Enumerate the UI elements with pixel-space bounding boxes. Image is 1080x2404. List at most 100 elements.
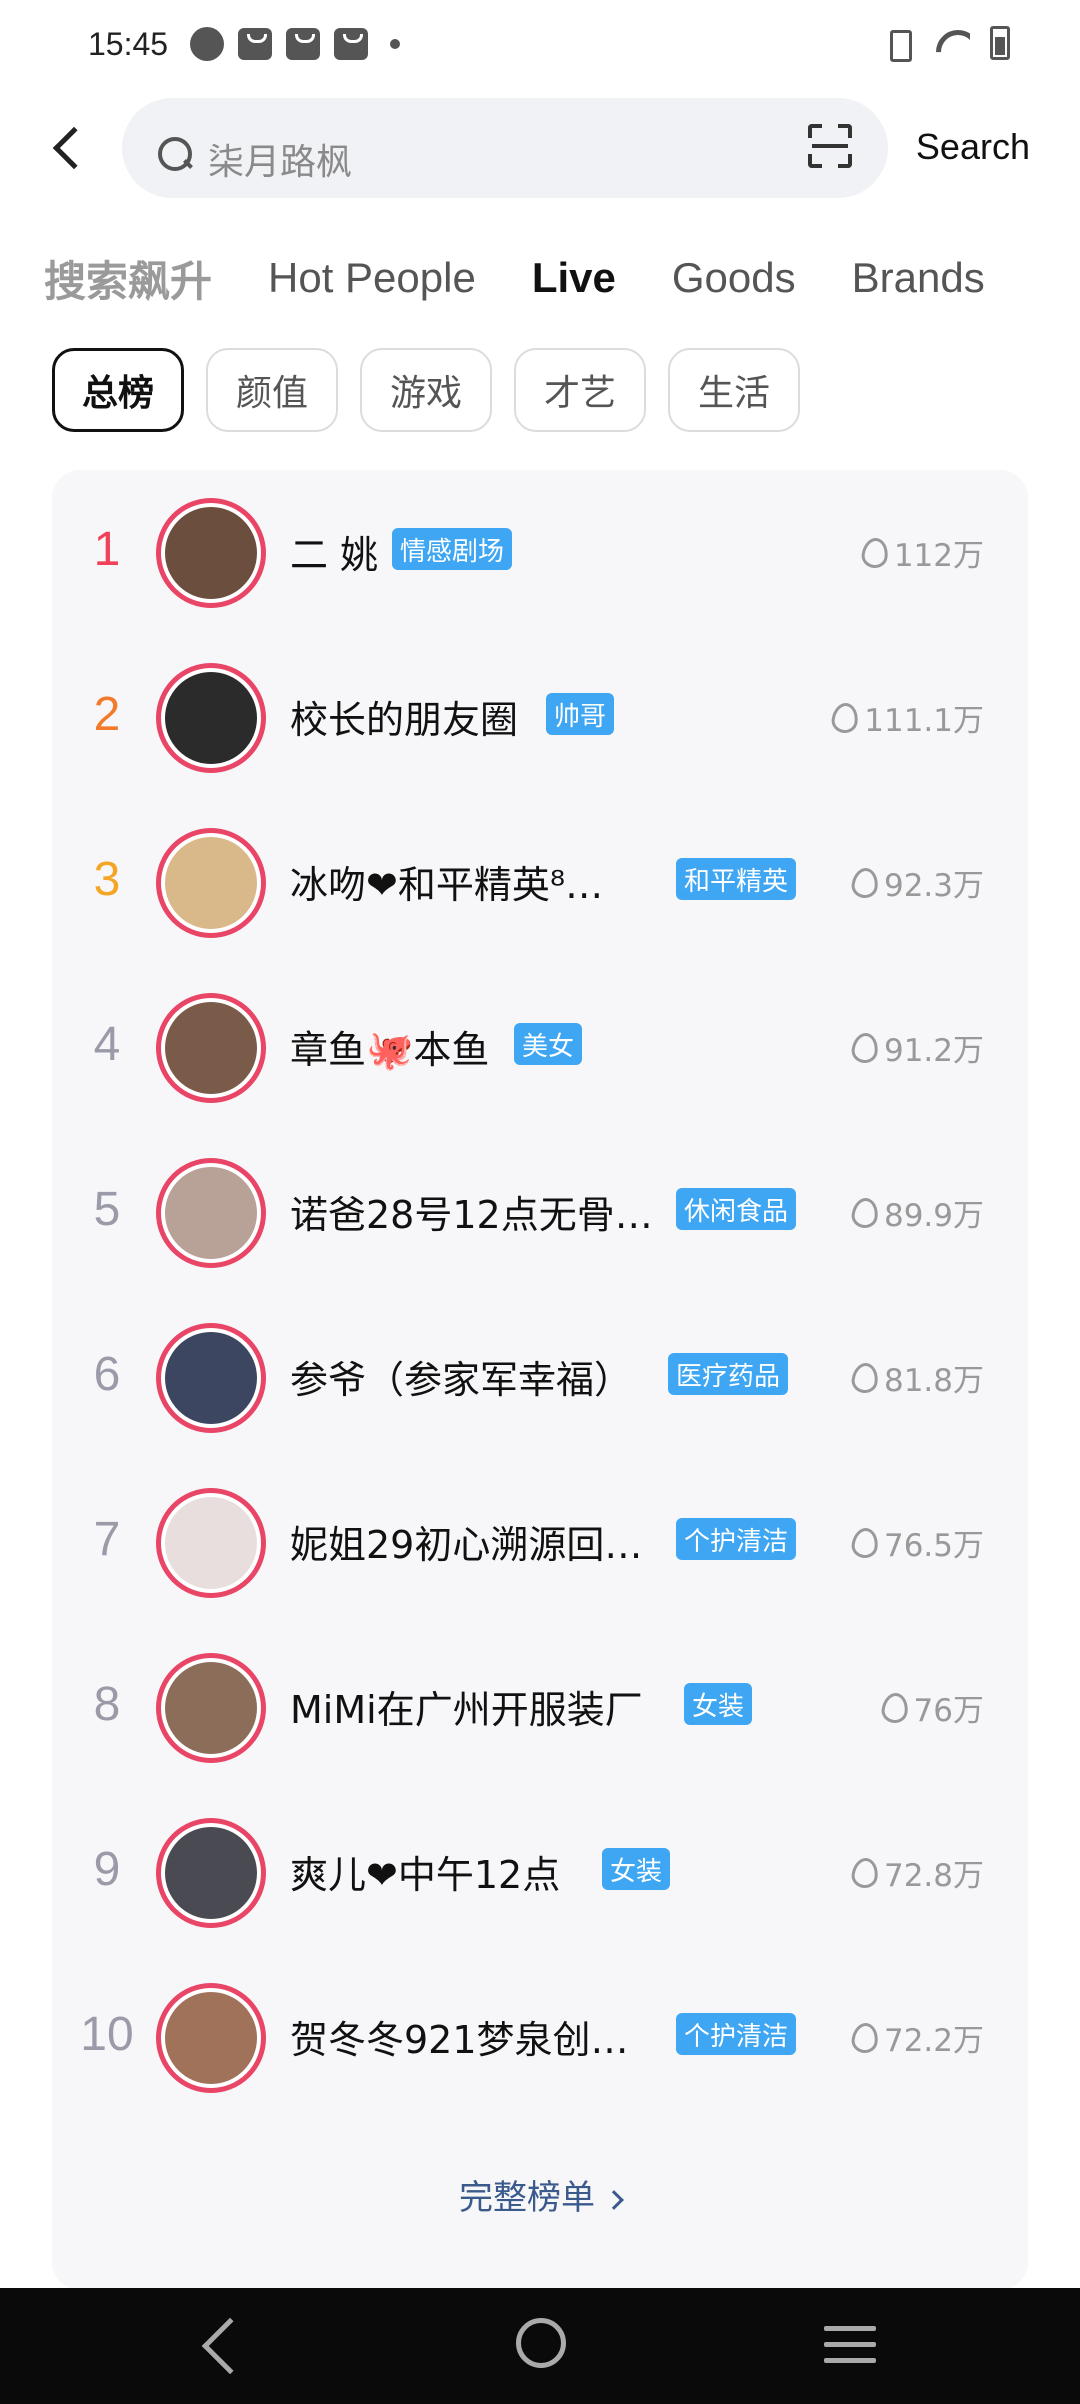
more-notifications-dot-icon (390, 39, 401, 49)
chip-life[interactable]: 生活 (668, 348, 800, 432)
chip-talent[interactable]: 才艺 (514, 348, 646, 432)
heat-count: 91.2万 (883, 1033, 984, 1069)
avatar[interactable] (156, 1488, 266, 1598)
streamer-name: 诺爸28号12点无骨… (290, 1193, 653, 1237)
tab-search-rising[interactable]: 搜索飙升 (44, 248, 212, 309)
ranking-row[interactable]: 5 诺爸28号12点无骨… 休闲食品 89.9万 (52, 1130, 1028, 1295)
ranking-row[interactable]: 10 贺冬冬921梦泉创… 个护清洁 72.2万 (52, 1955, 1028, 2120)
filter-chips: 总榜 颜值 游戏 才艺 生活 (52, 348, 800, 432)
category-tag: 帅哥 (546, 693, 615, 735)
search-header: Search (0, 98, 1080, 198)
ranking-row[interactable]: 1 二 姚 情感剧场 112万 (52, 470, 1028, 635)
page: 15:45 Search 搜索飙升 H (0, 0, 1080, 2404)
avatar[interactable] (156, 1983, 266, 2093)
search-box[interactable] (122, 98, 888, 198)
flame-icon (850, 1360, 880, 1395)
category-tag: 女装 (684, 1683, 753, 1725)
ranking-row[interactable]: 4 章鱼🐙本鱼 美女 91.2万 (52, 965, 1028, 1130)
avatar[interactable] (156, 1653, 266, 1763)
rank-number: 2 (93, 688, 121, 741)
heat-value: 76万 (879, 1685, 984, 1730)
avatar[interactable] (156, 1323, 266, 1433)
streamer-name: 妮姐29初心溯源回… (290, 1523, 643, 1567)
category-tag: 休闲食品 (676, 1188, 797, 1230)
avatar[interactable] (156, 498, 266, 608)
search-button[interactable]: Search (916, 126, 1030, 168)
tab-live[interactable]: Live (532, 254, 616, 302)
back-button[interactable] (40, 120, 96, 176)
chip-looks[interactable]: 颜值 (206, 348, 338, 432)
nav-back-icon[interactable] (201, 2317, 259, 2375)
category-tag: 医疗药品 (668, 1353, 789, 1395)
tab-goods[interactable]: Goods (672, 254, 796, 302)
rank-number: 7 (93, 1513, 121, 1566)
ranking-row[interactable]: 9 爽儿❤中午12点 女装 72.8万 (52, 1790, 1028, 1955)
search-input[interactable] (208, 141, 768, 183)
heat-count: 112万 (893, 538, 984, 574)
category-tag: 美女 (514, 1023, 583, 1065)
tab-hot-people[interactable]: Hot People (268, 254, 476, 302)
avatar[interactable] (156, 1158, 266, 1268)
rank-number: 6 (93, 1348, 121, 1401)
flame-icon (850, 1195, 880, 1230)
rank-number: 8 (93, 1678, 121, 1731)
scan-icon[interactable] (808, 124, 852, 168)
ranking-row[interactable]: 3 冰吻❤和平精英⁸… 和平精英 92.3万 (52, 800, 1028, 965)
heat-value: 76.5万 (850, 1520, 984, 1565)
vibrate-icon (880, 26, 916, 62)
streamer-name: 爽儿❤中午12点 (290, 1853, 561, 1897)
ranking-row[interactable]: 7 妮姐29初心溯源回… 个护清洁 76.5万 (52, 1460, 1028, 1625)
heat-value: 91.2万 (850, 1025, 984, 1070)
heat-value: 81.8万 (850, 1355, 984, 1400)
heat-count: 76.5万 (883, 1528, 984, 1564)
avatar[interactable] (156, 828, 266, 938)
flame-icon (850, 865, 880, 900)
ranking-row[interactable]: 2 校长的朋友圈 帅哥 111.1万 (52, 635, 1028, 800)
back-arrow-icon (52, 126, 96, 170)
heat-value: 92.3万 (850, 860, 984, 905)
shopping-bag-icon (334, 28, 369, 60)
rank-number: 3 (93, 853, 121, 906)
avatar[interactable] (156, 993, 266, 1103)
rank-number: 1 (93, 523, 121, 576)
heat-count: 111.1万 (864, 703, 984, 739)
system-nav-bar (0, 2288, 1080, 2404)
heat-count: 81.8万 (883, 1363, 984, 1399)
heat-value: 72.2万 (850, 2015, 984, 2060)
search-icon (158, 137, 194, 173)
wifi-icon (936, 28, 970, 58)
flame-icon (830, 700, 861, 735)
rank-number: 9 (93, 1843, 121, 1896)
system-status-icons (880, 26, 1010, 62)
streamer-name: 二 姚 (290, 533, 379, 577)
ranking-row[interactable]: 6 参爷（参家军幸福） 医疗药品 81.8万 (52, 1295, 1028, 1460)
category-tag: 情感剧场 (392, 528, 513, 570)
flame-icon (850, 1525, 880, 1560)
status-bar: 15:45 (0, 0, 1080, 88)
status-time: 15:45 (88, 25, 169, 62)
flame-icon (850, 2020, 880, 2055)
nav-recents-icon[interactable] (824, 2326, 876, 2364)
rank-number: 4 (93, 1018, 121, 1071)
avatar[interactable] (156, 663, 266, 773)
category-tabs: 搜索飙升 Hot People Live Goods Brands (44, 248, 1080, 308)
category-tag: 个护清洁 (676, 1518, 797, 1560)
streamer-name: 章鱼🐙本鱼 (290, 1028, 490, 1072)
heat-value: 112万 (859, 530, 984, 575)
heat-value: 72.8万 (850, 1850, 984, 1895)
avatar[interactable] (156, 1818, 266, 1928)
streamer-name: 冰吻❤和平精英⁸… (290, 863, 604, 907)
chip-games[interactable]: 游戏 (360, 348, 492, 432)
heat-count: 92.3万 (883, 868, 984, 904)
nav-home-icon[interactable] (516, 2318, 566, 2368)
streamer-name: 校长的朋友圈 (290, 698, 519, 742)
rank-number: 10 (80, 2008, 134, 2061)
full-list-link[interactable]: 完整榜单 (52, 2170, 1028, 2219)
streamer-name: 参爷（参家军幸福） (290, 1358, 633, 1402)
flame-icon (850, 1030, 880, 1065)
tab-brands[interactable]: Brands (852, 254, 985, 302)
shopping-bag-icon (238, 28, 273, 60)
notification-icons (190, 27, 401, 61)
chip-overall[interactable]: 总榜 (52, 348, 184, 432)
ranking-row[interactable]: 8 MiMi在广州开服装厂 女装 76万 (52, 1625, 1028, 1790)
